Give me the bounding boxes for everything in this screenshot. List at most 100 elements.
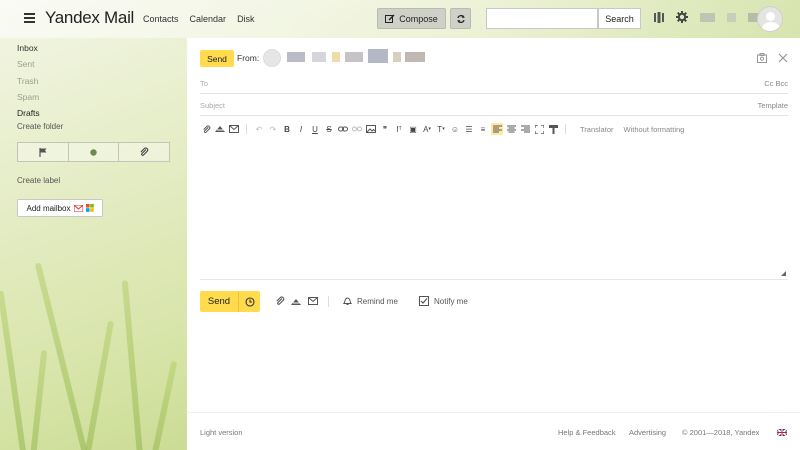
- windows-icon: [85, 204, 94, 213]
- copyright-text: © 2001—2018, Yandex: [682, 428, 760, 437]
- font-icon[interactable]: A ▾: [421, 123, 433, 135]
- uk-flag-icon[interactable]: [777, 429, 787, 436]
- cc-bcc-link[interactable]: Cc Bcc: [764, 79, 788, 88]
- send-button-bottom[interactable]: Send: [200, 291, 260, 312]
- header-tools: [654, 11, 760, 23]
- bullet-list-icon[interactable]: ≡: [477, 123, 489, 135]
- compose-panel: Send From: To Cc Bcc Subject Template ↶ …: [187, 38, 800, 450]
- strikethrough-icon[interactable]: S: [323, 123, 335, 135]
- sidebar: Inbox Sent Trash Spam Drafts Create fold…: [17, 40, 182, 218]
- redo-icon[interactable]: ↷: [267, 123, 279, 135]
- nav-contacts[interactable]: Contacts: [143, 14, 179, 24]
- blurred-sender-email: [332, 52, 340, 62]
- to-field[interactable]: To Cc Bcc: [200, 72, 788, 94]
- unread-filter-button[interactable]: [69, 143, 120, 162]
- numbered-list-icon[interactable]: ☰: [463, 123, 475, 135]
- create-folder-link[interactable]: Create folder: [17, 122, 182, 131]
- folder-sent[interactable]: Sent: [17, 56, 182, 72]
- blurred-sender-name[interactable]: [287, 52, 305, 62]
- attachment-filter-button[interactable]: [119, 143, 169, 161]
- app-logo[interactable]: Yandex Mail: [45, 8, 134, 28]
- close-icon[interactable]: [778, 53, 788, 63]
- menu-icon[interactable]: [24, 13, 35, 23]
- text-color-icon[interactable]: ▣: [407, 123, 419, 135]
- light-version-link[interactable]: Light version: [200, 428, 243, 437]
- logo-mail: Mail: [104, 8, 135, 27]
- blurred-user-info: [700, 12, 715, 22]
- top-header: Yandex Mail Contacts Calendar Disk Compo…: [0, 0, 800, 38]
- bottom-attach-icon[interactable]: [275, 296, 285, 306]
- unlink-icon[interactable]: [351, 123, 363, 135]
- label-filter-bar: [17, 142, 170, 163]
- italic-icon[interactable]: I: [295, 123, 307, 135]
- refresh-button[interactable]: [450, 8, 471, 29]
- search-button[interactable]: Search: [598, 8, 641, 29]
- subject-field[interactable]: Subject Template: [200, 94, 788, 116]
- image-icon[interactable]: [365, 123, 377, 135]
- blurred-sender-email-4: [393, 52, 401, 62]
- help-feedback-link[interactable]: Help & Feedback: [558, 428, 616, 437]
- search-input[interactable]: [486, 8, 598, 29]
- disk-attach-icon[interactable]: [214, 123, 226, 135]
- blurred-sender-email-2: [345, 52, 363, 62]
- attach-icon[interactable]: [200, 123, 212, 135]
- align-right-icon[interactable]: [519, 123, 531, 135]
- delayed-send-icon[interactable]: [238, 291, 260, 312]
- user-avatar[interactable]: [757, 6, 783, 32]
- resize-handle[interactable]: [781, 271, 786, 276]
- bottom-separator: [328, 296, 329, 307]
- notify-icon[interactable]: [419, 296, 429, 306]
- align-left-icon[interactable]: [491, 123, 503, 135]
- text-style-icon[interactable]: T ▾: [435, 123, 447, 135]
- footer: Light version Help & Feedback Advertisin…: [187, 412, 800, 450]
- from-label: From:: [237, 53, 260, 63]
- mail-attach-icon[interactable]: [228, 123, 240, 135]
- refresh-icon: [456, 14, 465, 23]
- clear-format-icon[interactable]: [547, 123, 559, 135]
- template-link[interactable]: Template: [758, 101, 788, 110]
- link-icon[interactable]: [337, 123, 349, 135]
- from-avatar[interactable]: [263, 49, 281, 67]
- message-editor[interactable]: [200, 144, 788, 280]
- fullscreen-icon[interactable]: [533, 123, 545, 135]
- subject-placeholder: Subject: [200, 101, 226, 110]
- folder-drafts[interactable]: Drafts: [17, 105, 182, 121]
- flag-filter-button[interactable]: [18, 143, 69, 162]
- save-draft-icon[interactable]: [757, 53, 767, 63]
- notify-me-link[interactable]: Notify me: [434, 297, 468, 306]
- create-label-link[interactable]: Create label: [17, 176, 182, 185]
- flag-icon: [39, 147, 47, 157]
- remind-me-link[interactable]: Remind me: [357, 297, 398, 306]
- advertising-link[interactable]: Advertising: [629, 428, 666, 437]
- align-center-icon[interactable]: [505, 123, 517, 135]
- without-formatting-link[interactable]: Without formatting: [623, 125, 684, 134]
- nav-disk[interactable]: Disk: [237, 14, 255, 24]
- compose-label: Compose: [399, 13, 438, 24]
- bottom-disk-icon[interactable]: [291, 298, 302, 306]
- underline-icon[interactable]: U: [309, 123, 321, 135]
- undo-icon[interactable]: ↶: [253, 123, 265, 135]
- pencil-icon: [385, 14, 395, 23]
- translator-link[interactable]: Translator: [580, 125, 613, 134]
- paperclip-icon: [140, 147, 149, 157]
- blurred-sender-name-2: [312, 52, 326, 62]
- compose-button[interactable]: Compose: [377, 8, 446, 29]
- emoji-icon[interactable]: ☺: [449, 123, 461, 135]
- folder-inbox[interactable]: Inbox: [17, 40, 182, 56]
- add-mailbox-button[interactable]: Add mailbox: [17, 199, 103, 218]
- bell-icon[interactable]: [343, 296, 352, 306]
- quote-icon[interactable]: ❞: [379, 123, 391, 135]
- logo-yandex: Yandex: [45, 8, 100, 27]
- gear-icon[interactable]: [676, 11, 688, 23]
- bold-icon[interactable]: B: [281, 123, 293, 135]
- nav-calendar[interactable]: Calendar: [190, 14, 227, 24]
- top-nav: Contacts Calendar Disk: [143, 14, 255, 24]
- send-button-top[interactable]: Send: [200, 50, 234, 67]
- blurred-user-info-2: [727, 12, 736, 22]
- folder-trash[interactable]: Trash: [17, 73, 182, 89]
- folder-spam[interactable]: Spam: [17, 89, 182, 105]
- dot-icon: [90, 149, 97, 156]
- font-size-icon[interactable]: IT: [393, 123, 405, 135]
- columns-icon[interactable]: [654, 11, 664, 23]
- bottom-mail-icon[interactable]: [308, 297, 318, 305]
